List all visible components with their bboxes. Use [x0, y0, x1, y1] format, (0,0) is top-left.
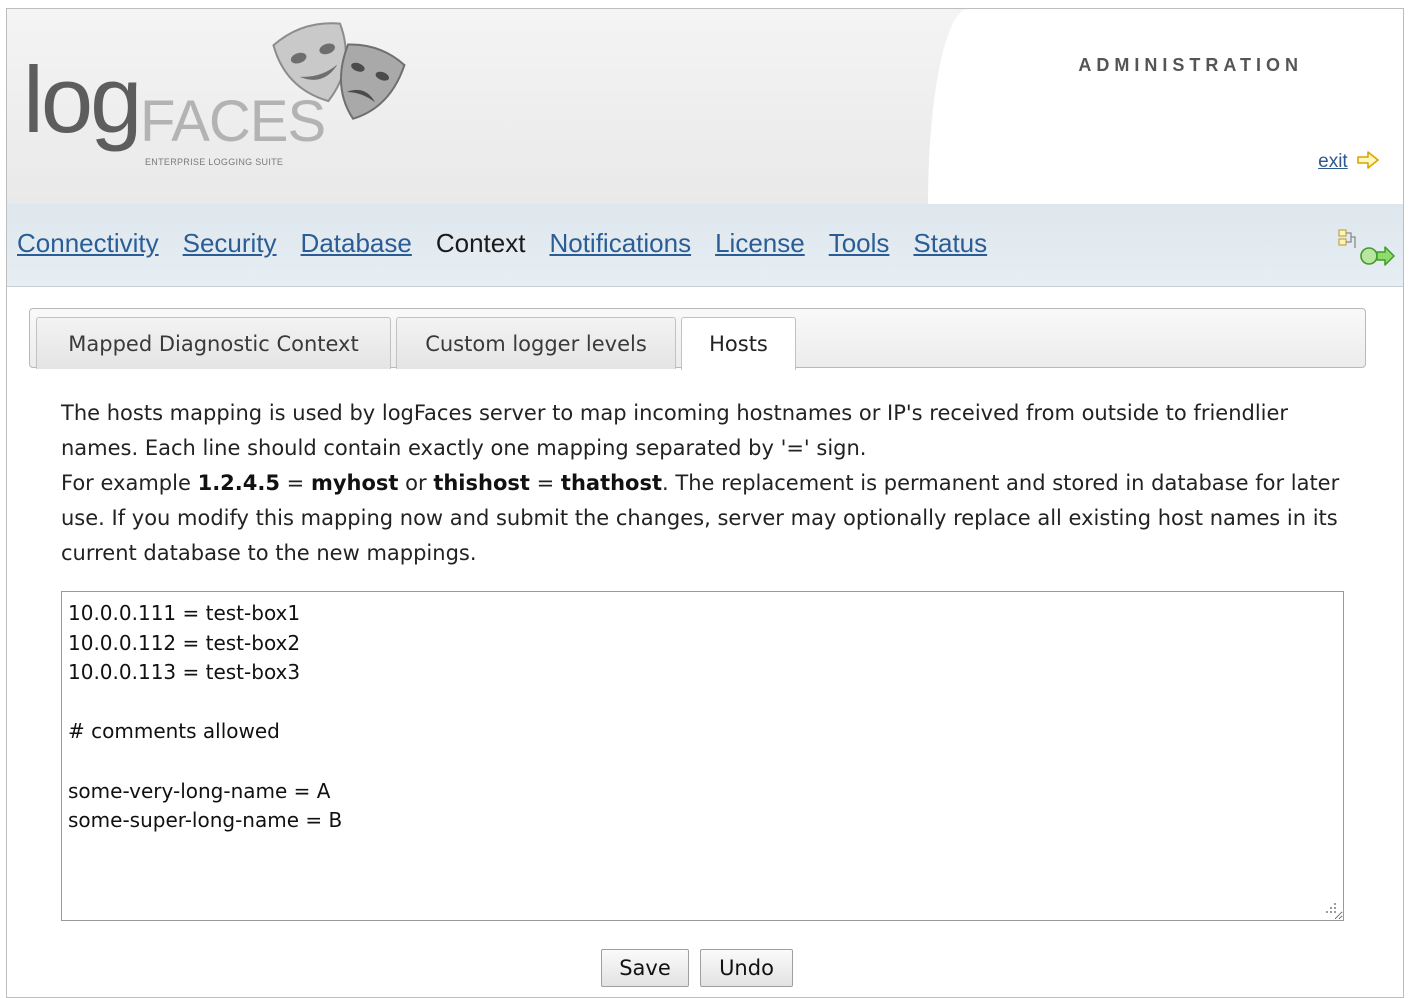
example-equals-1: = [286, 471, 305, 495]
example-myhost: myhost [310, 471, 399, 495]
nav-context: Context [435, 228, 526, 258]
main-nav: Connectivity Security Database Context N… [17, 228, 987, 259]
logfaces-logo: log FACES ENTERPRISE LOGGING SUITE [23, 9, 406, 189]
tab-hosts[interactable]: Hosts [681, 317, 796, 370]
description-paragraph-1: The hosts mapping is used by logFaces se… [61, 401, 1289, 460]
save-button[interactable]: Save [601, 949, 689, 987]
header: log FACES ENTERPRISE LOGGING SUITE ADMIN… [7, 9, 1403, 205]
network-go-icon[interactable] [1333, 226, 1397, 270]
tab-bar: Mapped Diagnostic Context Custom logger … [29, 308, 1366, 370]
main-nav-bar: Connectivity Security Database Context N… [7, 204, 1403, 287]
tab-mapped-diagnostic-context[interactable]: Mapped Diagnostic Context [36, 317, 391, 369]
example-thathost: thathost [560, 471, 663, 495]
arrow-right-icon[interactable] [1357, 151, 1379, 169]
resize-grip-icon[interactable] [1325, 902, 1337, 914]
logo-log-text: log [23, 47, 142, 152]
example-or: or [405, 471, 427, 495]
header-right-panel [928, 9, 1403, 204]
hosts-description: The hosts mapping is used by logFaces se… [61, 396, 1341, 571]
nav-license[interactable]: License [715, 228, 805, 259]
example-ip: 1.2.4.5 [197, 471, 280, 495]
nav-status[interactable]: Status [913, 228, 987, 259]
nav-tools[interactable]: Tools [829, 228, 890, 259]
admin-window: log FACES ENTERPRISE LOGGING SUITE ADMIN… [6, 8, 1404, 998]
hosts-mapping-textarea[interactable]: 10.0.0.111 = test-box1 10.0.0.112 = test… [61, 591, 1344, 921]
exit-area: exit [1318, 151, 1379, 173]
logo-tagline: ENTERPRISE LOGGING SUITE [145, 157, 284, 167]
example-equals-2: = [536, 471, 555, 495]
undo-button[interactable]: Undo [700, 949, 793, 987]
logo-faces-text: FACES [140, 89, 326, 154]
tab-custom-logger-levels[interactable]: Custom logger levels [396, 317, 676, 369]
page-title: ADMINISTRATION [1078, 55, 1303, 75]
example-thishost: thishost [433, 471, 530, 495]
example-prefix: For example [61, 471, 191, 495]
nav-database[interactable]: Database [301, 228, 412, 259]
exit-link[interactable]: exit [1318, 151, 1348, 172]
nav-notifications[interactable]: Notifications [549, 228, 691, 259]
nav-connectivity[interactable]: Connectivity [17, 228, 159, 259]
nav-security[interactable]: Security [183, 228, 277, 259]
